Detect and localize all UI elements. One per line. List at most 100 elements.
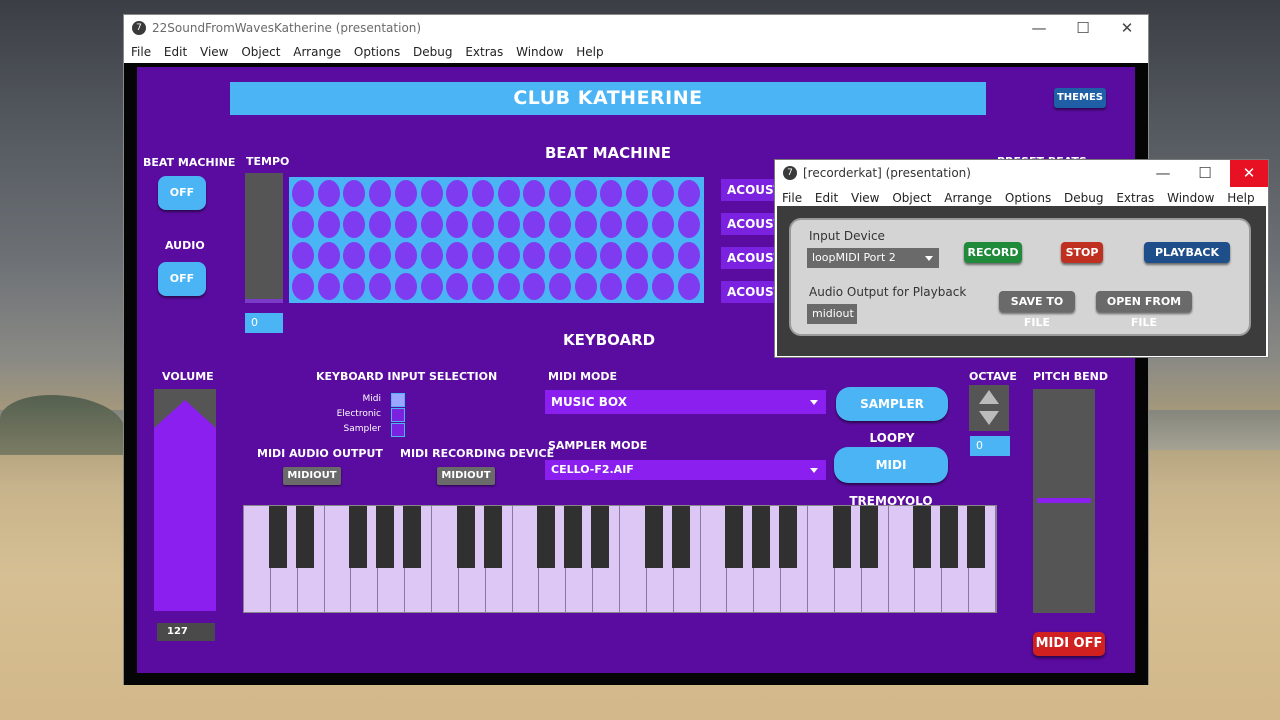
- menu-debug[interactable]: Debug: [1064, 188, 1103, 208]
- menu-extras[interactable]: Extras: [1116, 188, 1154, 208]
- acoustic-button-2[interactable]: ACOUST: [721, 213, 779, 235]
- black-key[interactable]: [268, 506, 287, 568]
- black-key[interactable]: [644, 506, 663, 568]
- open-from-file-button[interactable]: OPEN FROM FILE: [1096, 291, 1192, 329]
- volume-number[interactable]: 127: [157, 623, 215, 641]
- midi-recording-device-menu[interactable]: MIDIOUT: [437, 467, 495, 485]
- beat-step[interactable]: [600, 242, 623, 269]
- beat-step[interactable]: [574, 180, 597, 207]
- beat-grid[interactable]: [289, 177, 704, 303]
- octave-stepper[interactable]: [969, 385, 1009, 431]
- menu-view[interactable]: View: [200, 42, 228, 62]
- input-radio-midi[interactable]: [391, 393, 405, 407]
- audio-output-menu[interactable]: midiout: [807, 304, 857, 324]
- beat-step[interactable]: [343, 211, 366, 238]
- black-key[interactable]: [483, 506, 502, 568]
- midi-tremoyolo-button[interactable]: MIDI TREMOYOLO: [834, 447, 948, 508]
- tempo-slider[interactable]: [245, 173, 283, 303]
- black-key[interactable]: [456, 506, 475, 568]
- beat-step[interactable]: [497, 242, 520, 269]
- beat-step[interactable]: [523, 211, 546, 238]
- black-key[interactable]: [376, 506, 395, 568]
- beat-step[interactable]: [292, 180, 314, 207]
- black-key[interactable]: [295, 506, 314, 568]
- beat-step[interactable]: [651, 180, 674, 207]
- menu-window[interactable]: Window: [516, 42, 563, 62]
- beat-step[interactable]: [497, 180, 520, 207]
- black-key[interactable]: [779, 506, 798, 568]
- black-key[interactable]: [537, 506, 556, 568]
- white-key[interactable]: [513, 506, 540, 612]
- beat-step[interactable]: [600, 211, 623, 238]
- recorder-maximize-button[interactable]: ☐: [1183, 160, 1227, 187]
- white-key[interactable]: [808, 506, 835, 612]
- beat-step[interactable]: [549, 273, 571, 300]
- sampler-loopy-button[interactable]: SAMPLER LOOPY: [836, 387, 948, 445]
- minimize-button[interactable]: —: [1017, 15, 1061, 42]
- volume-slider[interactable]: [154, 389, 216, 611]
- acoustic-button-3[interactable]: ACOUST: [721, 247, 779, 269]
- black-key[interactable]: [403, 506, 422, 568]
- triangle-up-icon[interactable]: [979, 390, 999, 404]
- tempo-number[interactable]: 0: [245, 313, 283, 333]
- black-key[interactable]: [671, 506, 690, 568]
- beat-step[interactable]: [651, 242, 674, 269]
- recorder-close-button[interactable]: ✕: [1230, 160, 1268, 187]
- beat-step[interactable]: [600, 273, 623, 300]
- beat-step[interactable]: [292, 211, 314, 238]
- beat-step[interactable]: [394, 273, 417, 300]
- menu-edit[interactable]: Edit: [815, 188, 838, 208]
- black-key[interactable]: [940, 506, 959, 568]
- beat-step[interactable]: [626, 273, 649, 300]
- menu-help[interactable]: Help: [576, 42, 603, 62]
- beat-step[interactable]: [446, 180, 469, 207]
- beat-step[interactable]: [420, 242, 443, 269]
- beat-step[interactable]: [292, 242, 314, 269]
- beat-step[interactable]: [292, 273, 314, 300]
- themes-button[interactable]: THEMES: [1054, 88, 1106, 108]
- beat-step[interactable]: [420, 211, 443, 238]
- beat-step[interactable]: [523, 180, 546, 207]
- menu-options[interactable]: Options: [1005, 188, 1051, 208]
- black-key[interactable]: [832, 506, 851, 568]
- beat-step[interactable]: [471, 211, 494, 238]
- record-button[interactable]: RECORD: [964, 242, 1022, 263]
- white-key[interactable]: [432, 506, 459, 612]
- menu-extras[interactable]: Extras: [465, 42, 503, 62]
- playback-button[interactable]: PLAYBACK: [1144, 242, 1230, 263]
- octave-number[interactable]: 0: [970, 436, 1010, 456]
- menu-debug[interactable]: Debug: [413, 42, 452, 62]
- menu-help[interactable]: Help: [1227, 188, 1254, 208]
- black-key[interactable]: [859, 506, 878, 568]
- maximize-button[interactable]: ☐: [1061, 15, 1105, 42]
- beat-step[interactable]: [626, 242, 649, 269]
- beat-step[interactable]: [369, 273, 392, 300]
- beat-step[interactable]: [677, 211, 700, 238]
- beat-step[interactable]: [523, 273, 546, 300]
- sampler-mode-dropdown[interactable]: CELLO-F2.AIF: [545, 460, 826, 480]
- menu-options[interactable]: Options: [354, 42, 400, 62]
- beat-step[interactable]: [343, 242, 366, 269]
- beat-step[interactable]: [523, 242, 546, 269]
- beat-step[interactable]: [317, 180, 340, 207]
- beat-step[interactable]: [471, 273, 494, 300]
- beat-step[interactable]: [677, 273, 700, 300]
- beat-step[interactable]: [317, 273, 340, 300]
- black-key[interactable]: [752, 506, 771, 568]
- menu-window[interactable]: Window: [1167, 188, 1214, 208]
- beat-step[interactable]: [394, 180, 417, 207]
- beat-step[interactable]: [549, 211, 571, 238]
- beat-step[interactable]: [549, 180, 571, 207]
- menu-file[interactable]: File: [782, 188, 802, 208]
- midi-audio-output-menu[interactable]: MIDIOUT: [283, 467, 341, 485]
- beat-step[interactable]: [317, 211, 340, 238]
- beat-step[interactable]: [497, 211, 520, 238]
- white-key[interactable]: [701, 506, 728, 612]
- triangle-down-icon[interactable]: [979, 411, 999, 425]
- beat-step[interactable]: [446, 273, 469, 300]
- beat-step[interactable]: [471, 180, 494, 207]
- close-button[interactable]: ✕: [1105, 15, 1149, 42]
- white-key[interactable]: [244, 506, 271, 612]
- menu-object[interactable]: Object: [892, 188, 931, 208]
- menu-edit[interactable]: Edit: [164, 42, 187, 62]
